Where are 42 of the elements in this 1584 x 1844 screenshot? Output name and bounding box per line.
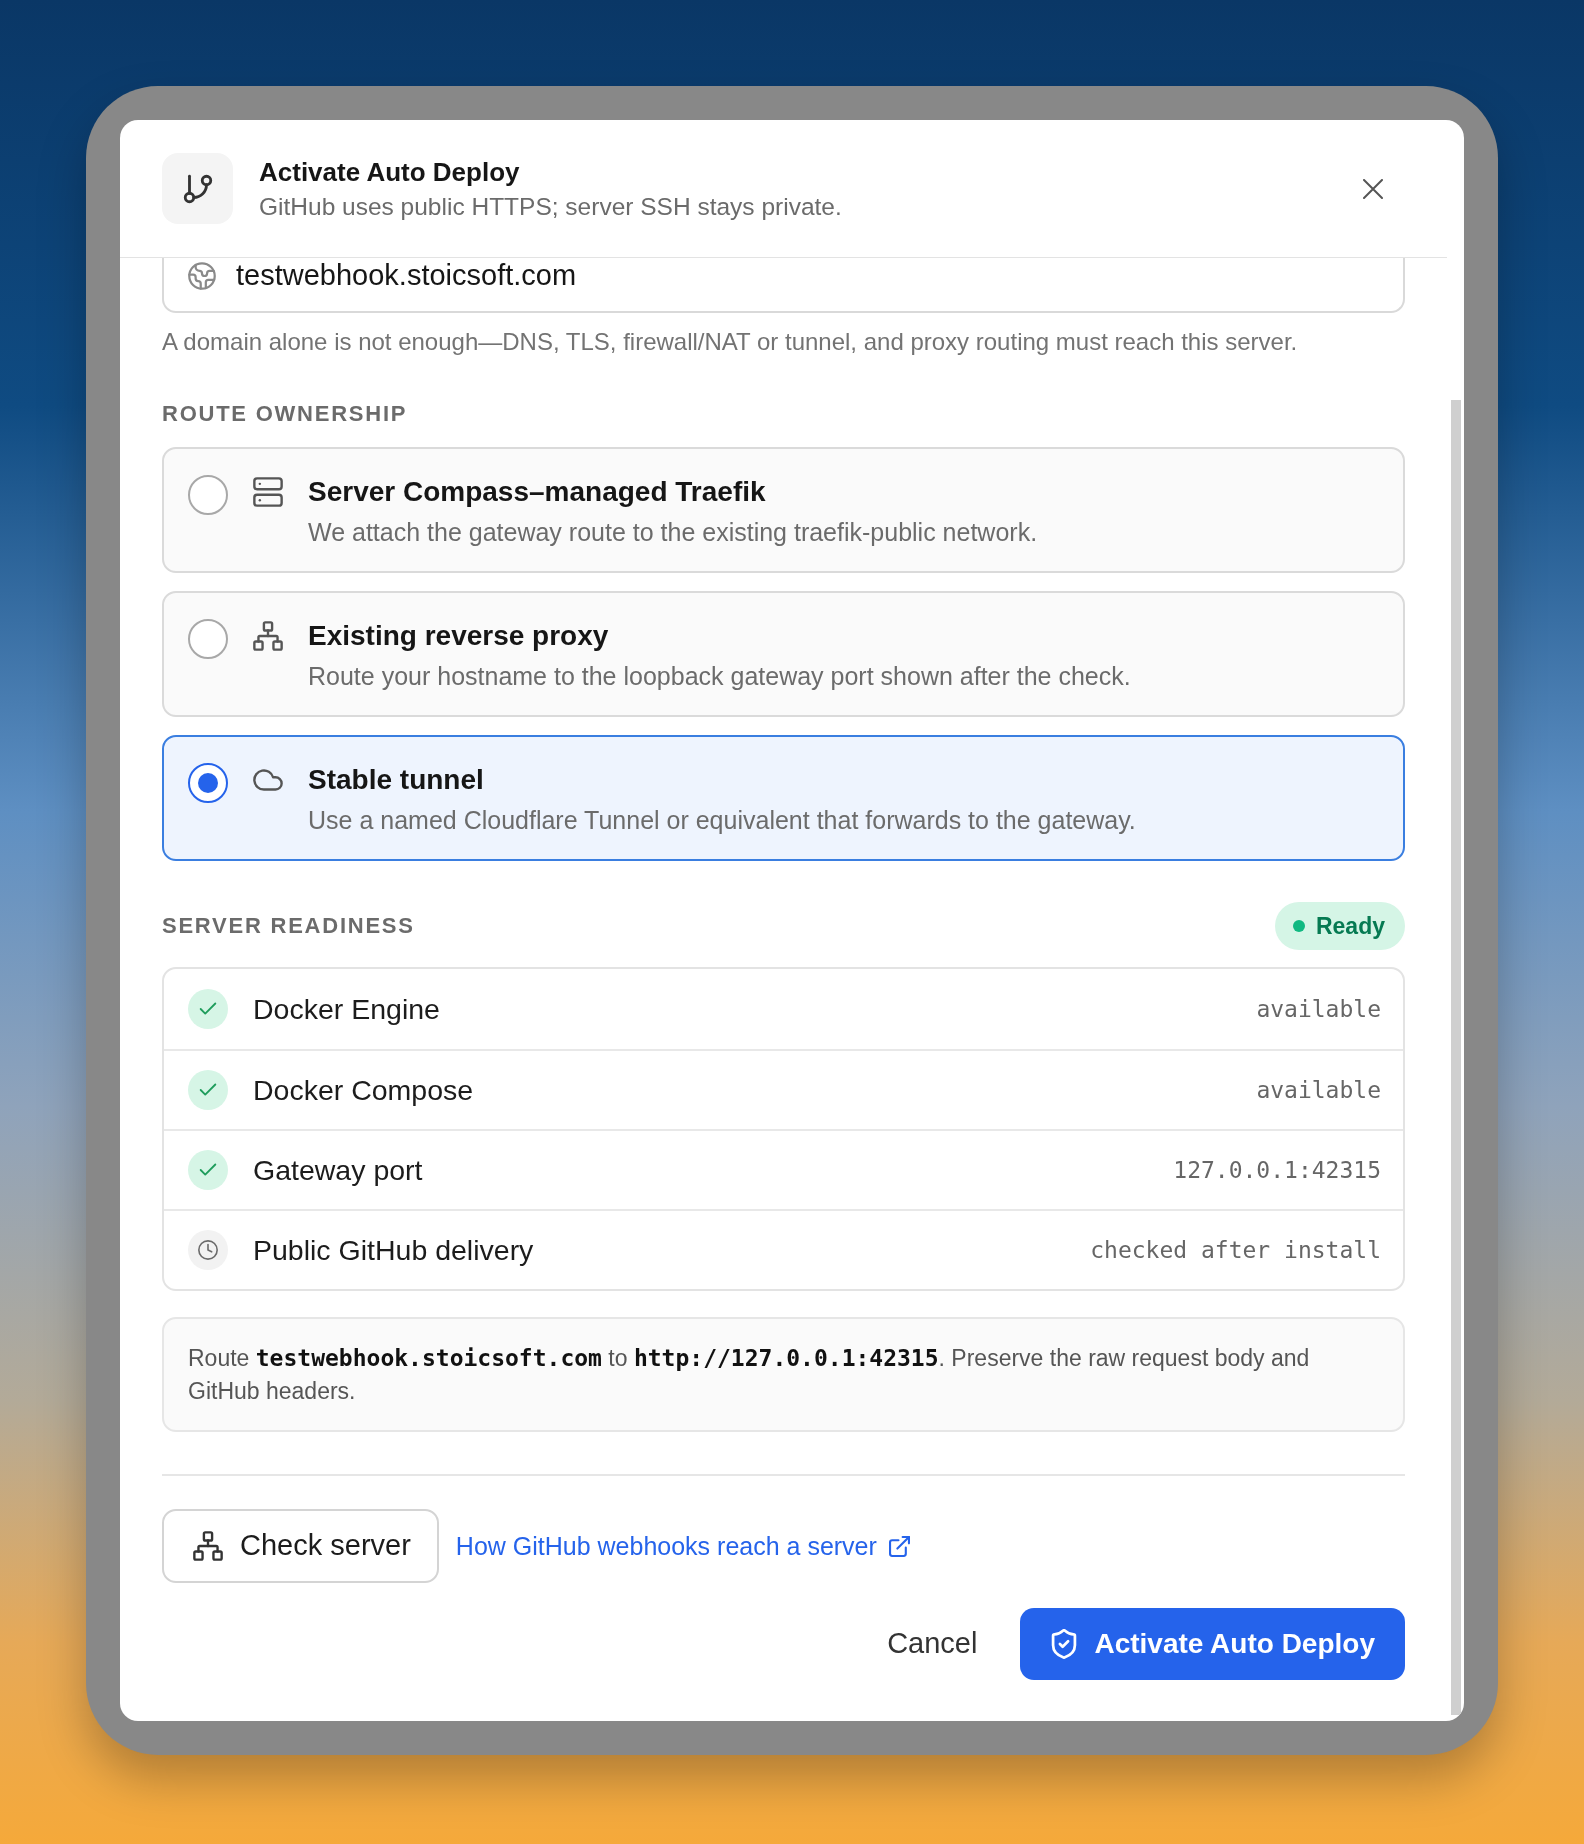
option-title: Stable tunnel <box>308 763 485 797</box>
radio-button[interactable] <box>188 475 228 515</box>
option-title: Server Compass–managed Traefik <box>308 475 767 509</box>
radio-button[interactable] <box>188 619 228 659</box>
option-description: Use a named Cloudflare Tunnel or equivalent that forwards to the gateway. <box>308 805 1136 836</box>
check-value: checked after install <box>1090 1236 1381 1265</box>
branch-icon <box>162 153 233 224</box>
check-value: 127.0.0.1:42315 <box>1173 1156 1381 1185</box>
activate-button[interactable]: Activate Auto Deploy <box>1020 1608 1405 1680</box>
check-value: available <box>1256 1076 1381 1105</box>
check-server-button[interactable]: Check server <box>162 1509 439 1583</box>
route-option-card[interactable]: Existing reverse proxy Route your hostname to the loopback gateway port shown after the check. <box>162 591 1405 717</box>
route-option-card[interactable]: Server Compass–managed Traefik We attach the gateway route to the existing traefik-public network. <box>162 447 1405 573</box>
check-label: Docker Engine <box>253 992 441 1026</box>
check-label: Gateway port <box>253 1153 424 1187</box>
domain-field[interactable]: testwebhook.stoicsoft.com <box>162 258 1405 313</box>
radio-button[interactable] <box>188 763 228 803</box>
close-icon <box>1363 178 1383 199</box>
network-icon <box>193 1531 223 1561</box>
network-icon <box>253 621 283 651</box>
dialog-title: Activate Auto Deploy <box>259 155 521 188</box>
status-label: Ready <box>1315 912 1385 940</box>
option-description: We attach the gateway route to the existing traefik-public network. <box>308 517 1038 548</box>
section-heading: ROUTE OWNERSHIP <box>162 400 409 428</box>
dialog-subtitle: GitHub uses public HTTPS; server SSH stays private. <box>259 191 842 222</box>
cancel-button[interactable]: Cancel <box>867 1608 998 1680</box>
external-link-icon <box>888 1535 910 1557</box>
section-heading: SERVER READINESS <box>162 912 415 940</box>
check-label: Docker Compose <box>253 1073 475 1107</box>
cloud-icon <box>253 769 283 791</box>
scrollbar-thumb[interactable] <box>1450 400 1461 1715</box>
option-title: Existing reverse proxy <box>308 619 610 653</box>
help-link[interactable]: How GitHub webhooks reach a server <box>455 1531 910 1561</box>
domain-hint: A domain alone is not enough—DNS, TLS, firewall/NAT or tunnel, and proxy routing must reach this server. <box>162 327 1299 357</box>
route-note: Route testwebhook.stoicsoft.com to http://127.0.0.1:42315. Preserve the raw request body and GitHub headers. <box>162 1317 1405 1432</box>
globe-icon <box>188 262 216 290</box>
server-stack-icon <box>253 477 283 507</box>
option-description: Route your hostname to the loopback gateway port shown after the check. <box>308 661 1131 692</box>
check-label: Public GitHub delivery <box>253 1233 535 1267</box>
check-value: available <box>1256 995 1381 1024</box>
shield-check-icon <box>1051 1629 1078 1659</box>
route-option-card[interactable]: Stable tunnel Use a named Cloudflare Tunnel or equivalent that forwards to the gateway. <box>162 735 1405 861</box>
